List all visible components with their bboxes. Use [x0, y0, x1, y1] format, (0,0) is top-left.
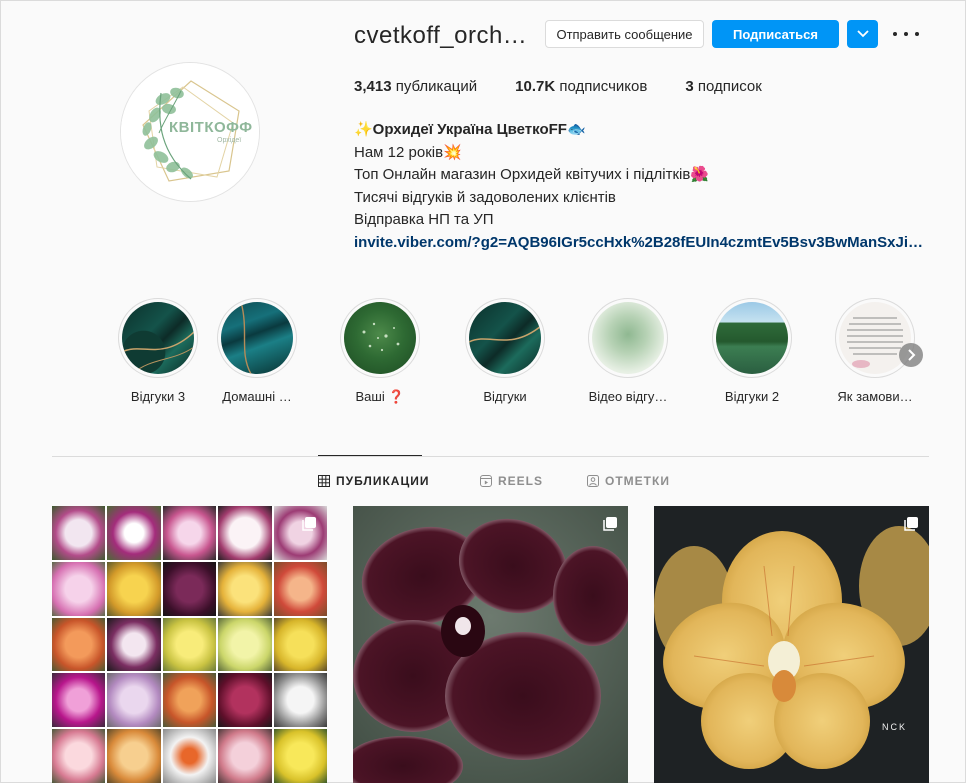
more-options-button[interactable]: [893, 24, 919, 44]
more-dot-icon: [893, 32, 897, 36]
highlight-item[interactable]: Домашні …: [212, 298, 302, 404]
highlight-ring: [835, 298, 915, 378]
posts-count: 3,413: [354, 78, 392, 95]
tab-tagged[interactable]: ОТМЕТКИ: [587, 474, 670, 488]
highlight-item[interactable]: Відгуки 2: [707, 298, 797, 404]
avatar-brand-subtext: Орхідеї: [217, 137, 242, 144]
highlight-item[interactable]: Відгуки 3: [113, 298, 203, 404]
bio-line: Тисячі відгуків й задоволених клієнтів: [354, 188, 616, 206]
send-message-button[interactable]: Отправить сообщение: [545, 20, 704, 48]
highlight-cover-image: [716, 302, 788, 374]
more-dot-icon: [915, 32, 919, 36]
profile-bio: ✨Орхидеї Україна ЦветкоFF🐟 Нам 12 років💥…: [354, 119, 934, 254]
dark-orchid-photo: [353, 506, 628, 783]
profile-avatar[interactable]: КВІТКОФФ Орхідеї: [120, 62, 260, 202]
chevron-down-icon: [856, 30, 869, 38]
post-watermark: NCK: [882, 722, 908, 732]
post-thumbnail[interactable]: [52, 506, 327, 783]
bio-line: Топ Онлайн магазин Орхидей квітучих і пі…: [354, 166, 710, 183]
highlight-ring: [217, 298, 297, 378]
tab-label: ОТМЕТКИ: [605, 474, 670, 488]
highlight-cover-image: [839, 302, 911, 374]
followers-count: 10.7K: [515, 78, 556, 95]
posts-label: публикаций: [395, 78, 478, 95]
suggested-accounts-dropdown-button[interactable]: [847, 20, 878, 48]
profile-username: cvetkoff_orch…: [354, 22, 528, 49]
marble-veins-image: [469, 325, 541, 343]
bio-line: Нам 12 років💥: [354, 143, 462, 161]
grid-icon: [318, 475, 330, 487]
highlight-cover-image: [221, 302, 293, 374]
tab-posts[interactable]: ПУБЛИКАЦИИ: [318, 474, 429, 488]
sparkle-dots-image: [362, 322, 400, 352]
highlights-next-button[interactable]: [899, 343, 923, 367]
follow-button[interactable]: Подписаться: [712, 20, 839, 48]
highlight-item[interactable]: Відео відгу…: [583, 298, 673, 404]
marble-veins-image: [240, 302, 252, 374]
highlight-item[interactable]: Відгуки: [460, 298, 550, 404]
multiple-images-icon: [904, 517, 918, 531]
highlight-ring: [588, 298, 668, 378]
highlight-label: Відгуки 2: [724, 389, 780, 404]
highlight-label: Як замови…: [837, 389, 913, 404]
highlight-label: Відгуки: [483, 389, 527, 404]
yellow-orchid-photo: [654, 506, 929, 783]
followers-stat[interactable]: 10.7K подписчиков: [515, 78, 647, 95]
following-label: подписок: [697, 78, 762, 95]
avatar-brand-text: КВІТКОФФ: [169, 119, 253, 136]
highlight-label: Відео відгу…: [588, 389, 668, 404]
bio-external-link[interactable]: invite.viber.com/?g2=AQB96IGr5ccHxk%2B28…: [354, 232, 926, 255]
orchid-collage-image: [52, 506, 327, 783]
highlight-cover-image: [592, 302, 664, 374]
tag-icon: [587, 475, 599, 487]
profile-full-name: ✨Орхидеї Україна ЦветкоFF🐟: [354, 121, 586, 138]
profile-stats: 3,413 публикаций 10.7K подписчиков 3 под…: [354, 78, 800, 95]
highlight-ring: [712, 298, 792, 378]
highlight-ring: [118, 298, 198, 378]
marble-veins-image: [122, 331, 194, 374]
highlight-label: Ваші ❓: [355, 389, 405, 404]
more-dot-icon: [904, 32, 908, 36]
tabs-divider: [52, 456, 929, 457]
multiple-images-icon: [603, 517, 617, 531]
text-card-image: [847, 317, 903, 368]
highlight-cover-image: [469, 302, 541, 374]
followers-label: подписчиков: [559, 78, 648, 95]
highlight-item[interactable]: Ваші ❓: [335, 298, 425, 405]
following-stat[interactable]: 3 подписок: [685, 78, 761, 95]
highlight-cover-image: [344, 302, 416, 374]
highlight-label: Відгуки 3: [130, 389, 186, 404]
chevron-right-icon: [908, 349, 916, 361]
multiple-images-icon: [302, 517, 316, 531]
tab-reels[interactable]: REELS: [480, 474, 543, 488]
tab-label: REELS: [498, 474, 544, 488]
reels-icon: [480, 475, 492, 487]
bio-line: Відправка НП та УП: [354, 211, 494, 228]
posts-stat: 3,413 публикаций: [354, 78, 477, 95]
highlight-ring: [340, 298, 420, 378]
highlight-cover-image: [122, 302, 194, 374]
highlight-label: Домашні …: [222, 389, 292, 404]
active-tab-indicator: [318, 455, 422, 456]
highlight-ring: [465, 298, 545, 378]
post-thumbnail[interactable]: NCK: [654, 506, 929, 783]
tab-label: ПУБЛИКАЦИИ: [336, 474, 430, 488]
post-thumbnail[interactable]: [353, 506, 628, 783]
following-count: 3: [685, 78, 694, 95]
